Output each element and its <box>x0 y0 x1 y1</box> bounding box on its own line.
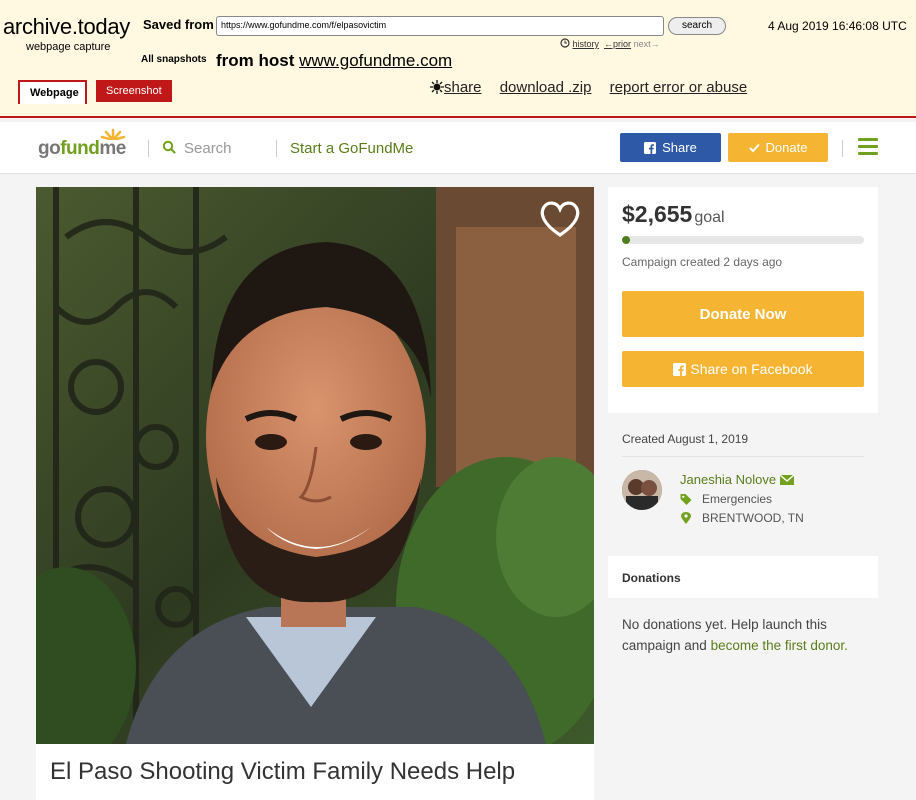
funding-card: $2,655 goal Campaign created 2 days ago D… <box>608 187 878 413</box>
saved-from-label: Saved from <box>143 17 214 32</box>
organizer-name-label: Janeshia Nolove <box>680 472 777 487</box>
archive-actions: share download .zip report error or abus… <box>430 79 761 96</box>
tab-webpage[interactable]: Webpage <box>18 80 87 104</box>
all-snapshots-label: All snapshots <box>141 54 207 65</box>
logo-go: go <box>38 138 61 159</box>
search-input[interactable]: Search <box>184 140 232 157</box>
report-abuse-link[interactable]: report error or abuse <box>610 79 748 96</box>
organizer-location: BRENTWOOD, TN <box>680 511 804 525</box>
campaign-photo <box>36 187 594 744</box>
history-icon <box>560 38 570 48</box>
history-link[interactable]: history <box>573 39 600 49</box>
facebook-icon <box>673 362 687 376</box>
download-zip-link[interactable]: download .zip <box>500 79 592 96</box>
logo-me: me <box>99 138 126 159</box>
nav-divider <box>276 140 277 157</box>
location-pin-icon <box>681 512 691 524</box>
archive-history-nav: history ←prior next→ <box>560 38 660 49</box>
facebook-icon <box>644 141 657 154</box>
archive-timestamp: 4 Aug 2019 16:46:08 UTC <box>768 19 907 33</box>
next-link: next→ <box>633 39 660 49</box>
nav-donate-label: Donate <box>765 140 808 155</box>
organizer-category: Emergencies <box>680 492 772 506</box>
tag-icon <box>680 493 692 505</box>
envelope-icon[interactable] <box>780 474 795 485</box>
logo-fund: fund <box>60 138 100 159</box>
campaign-title: El Paso Shooting Victim Family Needs Hel… <box>50 758 516 785</box>
nav-donate-button[interactable]: Donate <box>728 133 828 162</box>
amount-value: $2,655 <box>622 201 693 227</box>
start-gofundme-link[interactable]: Start a GoFundMe <box>290 140 413 157</box>
share-icon <box>430 80 444 94</box>
gofundme-logo[interactable]: gofundme <box>38 128 126 160</box>
campaign-title-box: El Paso Shooting Victim Family Needs Hel… <box>36 744 594 800</box>
donate-now-button[interactable]: Donate Now <box>622 291 864 337</box>
location-text: BRENTWOOD, TN <box>702 511 804 525</box>
archive-header: archive.today webpage capture Saved from… <box>0 0 916 118</box>
archive-url-field[interactable]: https://www.gofundme.com/f/elpasovictim <box>216 16 664 36</box>
archive-brand[interactable]: archive.today <box>3 14 130 40</box>
amount-raised: $2,655 goal <box>622 201 725 228</box>
donations-heading: Donations <box>622 571 681 585</box>
no-donations-message: No donations yet. Help launch this campa… <box>622 614 872 656</box>
gofundme-navbar: gofundme Search Start a GoFundMe Share D… <box>0 122 916 174</box>
nav-divider <box>148 140 149 157</box>
archive-subtitle: webpage capture <box>26 41 111 53</box>
donations-card: Donations <box>608 556 878 598</box>
archive-search-button[interactable]: search <box>668 17 726 35</box>
organizer-name[interactable]: Janeshia Nolove <box>680 472 795 487</box>
organizer-avatar[interactable] <box>622 470 662 510</box>
campaign-created-ago: Campaign created 2 days ago <box>622 255 783 269</box>
from-host-label: from host <box>216 51 295 70</box>
first-donor-link[interactable]: become the first donor. <box>711 638 848 653</box>
nav-divider <box>842 140 843 157</box>
goal-label: goal <box>694 209 725 226</box>
search-icon[interactable] <box>162 140 176 154</box>
category-link[interactable]: Emergencies <box>702 492 772 506</box>
favorite-heart-icon[interactable] <box>538 199 582 239</box>
share-facebook-label: Share on Facebook <box>690 361 813 377</box>
prior-link[interactable]: ←prior <box>604 39 631 49</box>
nav-share-label: Share <box>662 140 697 155</box>
hamburger-menu-icon[interactable] <box>858 138 878 156</box>
campaign-photo-illustration <box>36 187 594 744</box>
divider <box>622 456 864 457</box>
share-facebook-button[interactable]: Share on Facebook <box>622 351 864 387</box>
created-date: Created August 1, 2019 <box>622 432 749 446</box>
avatar-image <box>622 470 662 510</box>
logo-sun-icon <box>100 128 126 140</box>
share-link[interactable]: share <box>444 79 482 96</box>
tab-screenshot[interactable]: Screenshot <box>96 80 172 102</box>
nav-share-button[interactable]: Share <box>620 133 721 162</box>
from-host: from host www.gofundme.com <box>216 51 452 71</box>
progress-bar <box>622 236 864 244</box>
progress-fill <box>622 236 631 244</box>
checkmark-icon <box>748 143 760 152</box>
host-link[interactable]: www.gofundme.com <box>299 51 452 70</box>
